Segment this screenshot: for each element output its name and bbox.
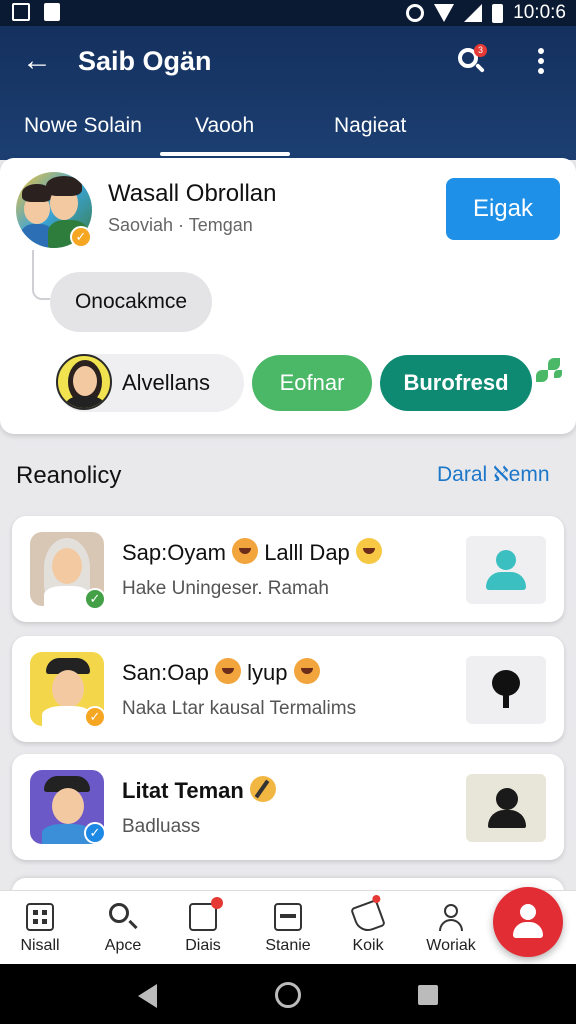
list-item[interactable]: ✓ San:Oap lyup Naka Ltar kausal Termalim… <box>12 636 564 742</box>
featured-subtitle: Saoviah · Temgan <box>108 215 253 235</box>
gallery-notification-icon <box>12 3 30 21</box>
section-link[interactable]: Daral ℵemn <box>437 462 550 487</box>
thread-connector <box>32 250 50 300</box>
list-item-title: Sap:Oyam Lalll Dap <box>122 538 382 566</box>
profile-button[interactable] <box>466 774 546 842</box>
search-button[interactable]: 3 <box>456 44 490 78</box>
nav-item-diais[interactable]: Diais <box>163 891 243 965</box>
calendar-icon <box>189 897 223 931</box>
profile-button[interactable] <box>466 536 546 604</box>
verified-badge-icon: ✓ <box>84 706 106 728</box>
tab-nowe-solain[interactable]: Nowe Solain <box>24 114 142 138</box>
person-icon <box>496 788 518 810</box>
box-icon <box>274 903 302 931</box>
nav-item-nisall[interactable]: Nisall <box>0 891 80 965</box>
list-item[interactable]: ✓ Sap:Oyam Lalll Dap Hake Uningeser. Ram… <box>12 516 564 622</box>
pencil-icon <box>249 776 276 802</box>
emoji-icon <box>293 658 320 684</box>
featured-card: ✓ Wasall Obrollan Saoviah · Temgan Eigak… <box>0 158 576 434</box>
list-item-title: Litat Teman <box>122 776 276 804</box>
system-recents-icon[interactable] <box>418 985 438 1005</box>
key-icon <box>492 670 520 696</box>
sync-icon <box>406 4 425 22</box>
burofresd-chip[interactable]: Burofresd <box>380 355 532 411</box>
list-item[interactable]: ✓ Litat Teman Badluass <box>12 754 564 860</box>
eigak-button[interactable]: Eigak <box>446 178 560 240</box>
list-item-subtitle: Hake Uningeser. Ramah <box>122 578 329 599</box>
person-chip-label: Alvellans <box>122 370 211 395</box>
reply-bubble[interactable]: Onocakmce <box>50 272 212 332</box>
search-icon <box>109 903 129 923</box>
tab-vaooh[interactable]: Vaooh <box>195 114 254 138</box>
system-home-icon[interactable] <box>275 982 301 1008</box>
person-icon <box>496 550 516 570</box>
key-button[interactable] <box>466 656 546 724</box>
system-navigation-bar <box>0 964 576 1024</box>
nav-item-stanie[interactable]: Stanie <box>248 891 328 965</box>
featured-name: Wasall Obrollan <box>108 180 277 207</box>
eofnar-chip[interactable]: Eofnar <box>252 355 372 411</box>
document-notification-icon <box>44 3 60 21</box>
signal-icon <box>464 4 483 22</box>
active-tab-indicator <box>160 152 290 156</box>
bottom-navigation: Nisall Apce Diais Stanie Koik Woriak <box>0 890 576 964</box>
back-arrow-icon[interactable]: ← <box>22 46 52 76</box>
wifi-icon <box>434 4 455 22</box>
list-item-subtitle: Naka Ltar kausal Termalims <box>122 698 357 719</box>
leaf-icon <box>534 356 564 386</box>
nav-item-koik[interactable]: Koik <box>328 891 408 965</box>
battery-icon <box>492 3 504 23</box>
verified-badge-icon: ✓ <box>84 588 106 610</box>
user-icon <box>437 903 465 931</box>
verified-badge-icon: ✓ <box>84 822 106 844</box>
page-title: Saib Ogän <box>78 46 212 76</box>
emoji-icon <box>232 538 259 564</box>
system-back-icon[interactable] <box>138 984 157 1008</box>
avatar <box>56 354 112 410</box>
search-badge: 3 <box>474 44 487 57</box>
tab-nagieat[interactable]: Nagieat <box>334 114 406 138</box>
more-options-icon[interactable] <box>534 48 548 78</box>
profile-fab-button[interactable] <box>493 887 563 957</box>
app-header: ← Saib Ogän 3 Nowe Solain Vaooh Nagieat <box>0 26 576 160</box>
tag-icon <box>350 893 386 935</box>
person-chip[interactable]: Alvellans <box>56 354 244 412</box>
list-item-title: San:Oap lyup <box>122 658 320 686</box>
list-item-subtitle: Badluass <box>122 816 201 837</box>
status-clock: 10:0:6 <box>513 2 566 23</box>
emoji-icon <box>355 538 382 564</box>
section-title: Reanolicy <box>16 462 122 489</box>
nav-item-apce[interactable]: Apce <box>83 891 163 965</box>
emoji-icon <box>214 658 241 684</box>
grid-icon <box>26 903 54 931</box>
verified-badge-icon: ✓ <box>70 226 92 248</box>
status-bar: 10:0:6 <box>0 0 576 26</box>
person-icon <box>520 904 536 920</box>
nav-item-woriak[interactable]: Woriak <box>411 891 491 965</box>
